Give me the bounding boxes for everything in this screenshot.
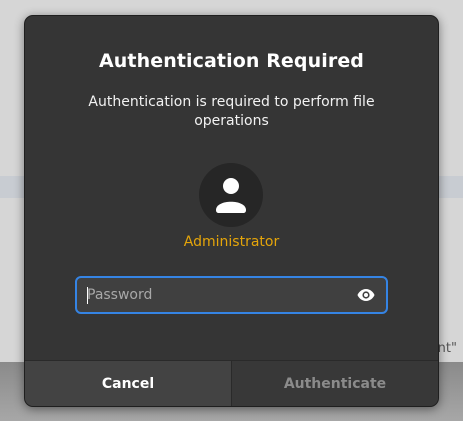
text-caret	[87, 287, 88, 304]
eye-icon[interactable]	[357, 288, 375, 302]
dialog-title: Authentication Required	[98, 50, 365, 72]
user-name: Administrator	[183, 234, 280, 250]
cancel-button[interactable]: Cancel	[25, 361, 232, 406]
user-avatar-icon	[216, 178, 246, 213]
password-input[interactable]	[87, 278, 347, 312]
user-avatar	[199, 163, 263, 227]
password-field[interactable]	[75, 276, 388, 314]
dialog-actions: Cancel Authenticate	[25, 360, 438, 406]
authentication-dialog: Authentication Required Authentication i…	[24, 15, 439, 407]
authenticate-button[interactable]: Authenticate	[232, 361, 438, 406]
dialog-message: Authentication is required to perform fi…	[88, 94, 375, 129]
